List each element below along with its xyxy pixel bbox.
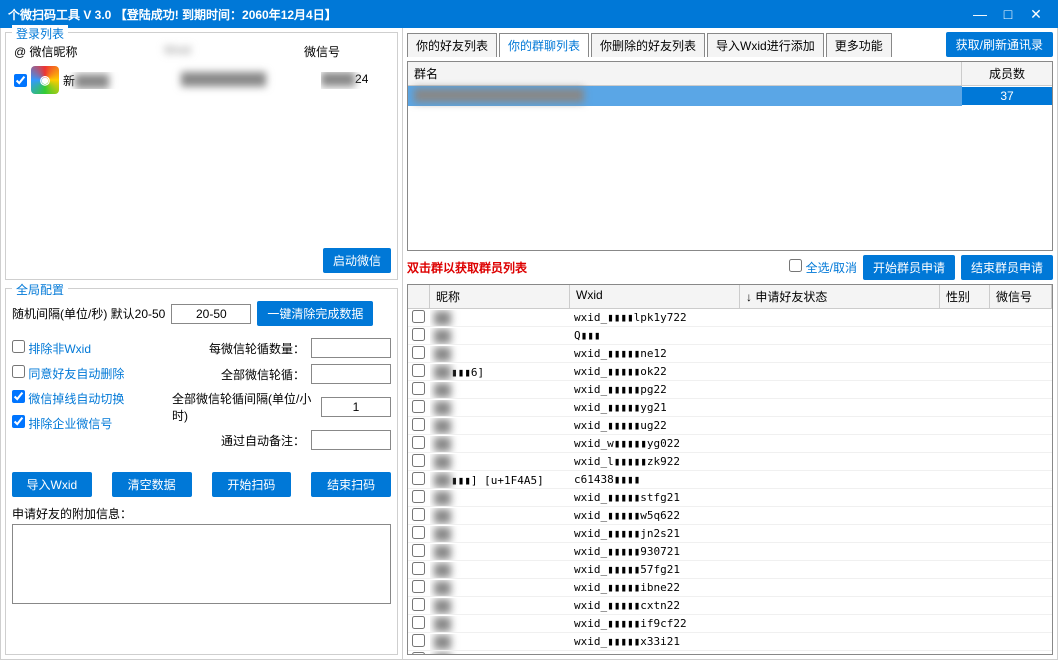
member-header-wxid: Wxid bbox=[570, 285, 740, 308]
total-round-input[interactable] bbox=[311, 364, 391, 384]
midbar: 双击群以获取群员列表 全选/取消 开始群员申请 结束群员申请 bbox=[407, 255, 1053, 280]
additional-info-label: 申请好友的附加信息： bbox=[12, 505, 391, 522]
member-row-checkbox[interactable] bbox=[412, 490, 425, 503]
window-title: 个微扫码工具 V 3.0 【登陆成功! 到期时间：2060年12月4日】 bbox=[8, 6, 966, 23]
member-row-checkbox[interactable] bbox=[412, 508, 425, 521]
member-row-checkbox[interactable] bbox=[412, 598, 425, 611]
per-round-input[interactable] bbox=[311, 338, 391, 358]
member-row-checkbox[interactable] bbox=[412, 562, 425, 575]
interval-input[interactable] bbox=[171, 304, 251, 324]
member-row[interactable]: ██wxid_▮▮▮▮▮930721 bbox=[408, 543, 1052, 561]
member-list: 昵称 Wxid ↓ 申请好友状态 性别 微信号 ██wxid_▮▮▮▮lpk1y… bbox=[407, 284, 1053, 655]
tab-deleted[interactable]: 你删除的好友列表 bbox=[591, 33, 705, 57]
global-config-legend: 全局配置 bbox=[12, 281, 68, 298]
member-row-checkbox[interactable] bbox=[412, 346, 425, 359]
member-header-alias: 微信号 bbox=[990, 285, 1052, 308]
member-row[interactable]: ██▮▮卡布 - 深深wxid_▮▮▮▮▮4zjt22 bbox=[408, 651, 1052, 655]
offline-switch-checkbox[interactable]: 微信掉线自动切换 bbox=[12, 390, 172, 407]
login-list-group: 登录列表 @ 微信昵称 Wxid 微信号 ◉ 新████ ██████████ … bbox=[5, 32, 398, 280]
login-list-header: @ 微信昵称 Wxid 微信号 bbox=[12, 39, 391, 64]
refresh-contacts-button[interactable]: 获取/刷新通讯录 bbox=[946, 32, 1053, 57]
group-list: 群名 成员数 ████████████████████ 37 bbox=[407, 61, 1053, 251]
tab-row: 你的好友列表 你的群聊列表 你删除的好友列表 导入Wxid进行添加 更多功能 获… bbox=[407, 32, 1053, 57]
member-row-checkbox[interactable] bbox=[412, 526, 425, 539]
group-header-members: 成员数 bbox=[962, 62, 1052, 85]
member-row[interactable]: ██wxid_▮▮▮▮lpk1y722 bbox=[408, 309, 1052, 327]
member-row[interactable]: ██wxid_l▮▮▮▮▮zk922 bbox=[408, 453, 1052, 471]
member-row-checkbox[interactable] bbox=[412, 400, 425, 413]
member-row[interactable]: ██wxid_▮▮▮▮▮jn2s21 bbox=[408, 525, 1052, 543]
login-list-legend: 登录列表 bbox=[12, 25, 68, 42]
start-wechat-button[interactable]: 启动微信 bbox=[323, 248, 391, 273]
member-row[interactable]: ██wxid_▮▮▮▮▮stfg21 bbox=[408, 489, 1052, 507]
group-row[interactable]: ████████████████████ 37 bbox=[408, 86, 1052, 106]
member-row[interactable]: ██wxid_w▮▮▮▮▮yg022 bbox=[408, 435, 1052, 453]
member-row[interactable]: ██wxid_▮▮▮▮▮ug22 bbox=[408, 417, 1052, 435]
member-row-checkbox[interactable] bbox=[412, 652, 425, 656]
member-row[interactable]: ██wxid_▮▮▮▮▮if9cf22 bbox=[408, 615, 1052, 633]
member-row-checkbox[interactable] bbox=[412, 310, 425, 323]
clear-data-button[interactable]: 清空数据 bbox=[112, 472, 192, 497]
global-config-group: 全局配置 随机间隔(单位/秒) 默认20-50 一键清除完成数据 排除非Wxid… bbox=[5, 288, 398, 655]
member-row-checkbox[interactable] bbox=[412, 472, 425, 485]
exclude-enterprise-checkbox[interactable]: 排除企业微信号 bbox=[12, 415, 172, 432]
member-row[interactable]: ██wxid_▮▮▮▮▮ne12 bbox=[408, 345, 1052, 363]
member-row[interactable]: ██wxid_▮▮▮▮▮ibne22 bbox=[408, 579, 1052, 597]
member-row[interactable]: ██▮▮▮6]wxid_▮▮▮▮▮ok22 bbox=[408, 363, 1052, 381]
member-row[interactable]: ██wxid_▮▮▮▮▮pg22 bbox=[408, 381, 1052, 399]
close-button[interactable]: ✕ bbox=[1022, 6, 1050, 23]
member-row[interactable]: ██wxid_▮▮▮▮▮57fg21 bbox=[408, 561, 1052, 579]
member-row-checkbox[interactable] bbox=[412, 328, 425, 341]
member-row[interactable]: ██wxid_▮▮▮▮▮x33i21 bbox=[408, 633, 1052, 651]
select-all-checkbox[interactable]: 全选/取消 bbox=[789, 259, 857, 276]
interval-label: 随机间隔(单位/秒) 默认20-50 bbox=[12, 305, 165, 322]
member-row-checkbox[interactable] bbox=[412, 580, 425, 593]
member-row-checkbox[interactable] bbox=[412, 436, 425, 449]
minimize-button[interactable]: — bbox=[966, 6, 994, 22]
member-row-checkbox[interactable] bbox=[412, 364, 425, 377]
stop-scan-button[interactable]: 结束扫码 bbox=[311, 472, 391, 497]
tab-groups[interactable]: 你的群聊列表 bbox=[499, 33, 589, 57]
member-row[interactable]: ██wxid_▮▮▮▮▮yg21 bbox=[408, 399, 1052, 417]
tab-more[interactable]: 更多功能 bbox=[826, 33, 892, 57]
member-row[interactable]: ██wxid_▮▮▮▮▮cxtn22 bbox=[408, 597, 1052, 615]
member-row[interactable]: ██Q▮▮▮ bbox=[408, 327, 1052, 345]
titlebar: 个微扫码工具 V 3.0 【登陆成功! 到期时间：2060年12月4日】 — □… bbox=[0, 0, 1058, 28]
additional-info-textarea[interactable] bbox=[12, 524, 391, 604]
member-header-gender: 性别 bbox=[940, 285, 990, 308]
member-row[interactable]: ██▮▮▮] [u+1F4A5]c61438▮▮▮▮ bbox=[408, 471, 1052, 489]
tab-friends[interactable]: 你的好友列表 bbox=[407, 33, 497, 57]
auto-remark-input[interactable] bbox=[311, 430, 391, 450]
member-row-checkbox[interactable] bbox=[412, 616, 425, 629]
member-row-checkbox[interactable] bbox=[412, 454, 425, 467]
exclude-nonwxid-checkbox[interactable]: 排除非Wxid bbox=[12, 340, 172, 357]
maximize-button[interactable]: □ bbox=[994, 6, 1022, 22]
stop-group-apply-button[interactable]: 结束群员申请 bbox=[961, 255, 1053, 280]
login-row-checkbox[interactable] bbox=[14, 74, 27, 87]
login-row[interactable]: ◉ 新████ ██████████ ████24 bbox=[12, 64, 391, 96]
member-row-checkbox[interactable] bbox=[412, 418, 425, 431]
member-row[interactable]: ██wxid_▮▮▮▮▮w5q622 bbox=[408, 507, 1052, 525]
start-group-apply-button[interactable]: 开始群员申请 bbox=[863, 255, 955, 280]
member-row-checkbox[interactable] bbox=[412, 382, 425, 395]
dblclick-hint: 双击群以获取群员列表 bbox=[407, 259, 783, 276]
clear-done-button[interactable]: 一键清除完成数据 bbox=[257, 301, 373, 326]
member-row-checkbox[interactable] bbox=[412, 634, 425, 647]
start-scan-button[interactable]: 开始扫码 bbox=[212, 472, 292, 497]
wechat-avatar-icon: ◉ bbox=[31, 66, 59, 94]
tab-import[interactable]: 导入Wxid进行添加 bbox=[707, 33, 824, 57]
member-header-status: ↓ 申请好友状态 bbox=[740, 285, 940, 308]
group-header-name: 群名 bbox=[408, 62, 962, 85]
agree-autodel-checkbox[interactable]: 同意好友自动删除 bbox=[12, 365, 172, 382]
member-row-checkbox[interactable] bbox=[412, 544, 425, 557]
round-interval-input[interactable] bbox=[321, 397, 391, 417]
member-header-nick: 昵称 bbox=[430, 285, 570, 308]
import-wxid-button[interactable]: 导入Wxid bbox=[12, 472, 92, 497]
